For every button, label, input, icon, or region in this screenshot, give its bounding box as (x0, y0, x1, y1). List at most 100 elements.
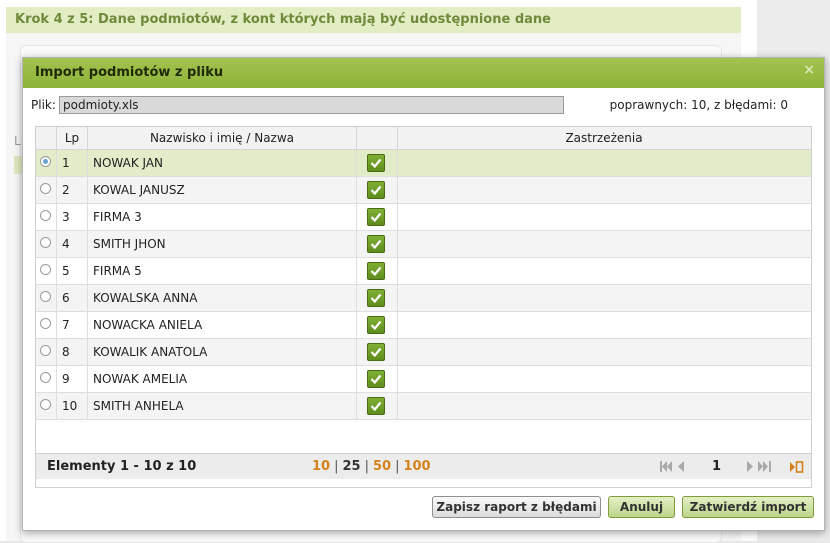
row-radio[interactable] (40, 291, 51, 302)
import-dialog: Import podmiotów z pliku × Plik: podmiot… (22, 57, 825, 531)
row-radio[interactable] (40, 264, 51, 275)
checkbox-checked-icon[interactable] (367, 181, 385, 199)
last-page-icon[interactable] (758, 461, 771, 472)
row-notes (398, 339, 811, 365)
row-select-cell (36, 204, 57, 230)
page-size-100[interactable]: 100 (403, 459, 430, 474)
row-radio[interactable] (40, 237, 51, 248)
table-row[interactable]: 4 SMITH JHON (36, 231, 811, 258)
row-radio[interactable] (40, 183, 51, 194)
checkbox-checked-icon[interactable] (367, 235, 385, 253)
row-select-cell (36, 339, 57, 365)
step-title: Krok 4 z 5: Dane podmiotów, z kont który… (6, 7, 741, 33)
header-notes[interactable]: Zastrzeżenia (398, 127, 810, 149)
grid-rows: 1 NOWAK JAN 2 KOWAL JANUSZ 3 FIRMA 3 4 SMITH JH… (36, 150, 811, 420)
checkbox-checked-icon[interactable] (367, 262, 385, 280)
row-notes (398, 204, 811, 230)
row-notes (398, 312, 811, 338)
row-select-cell (36, 150, 57, 176)
row-select-cell (36, 366, 57, 392)
page-size-50[interactable]: 50 (373, 459, 391, 474)
row-radio[interactable] (40, 210, 51, 221)
row-name: SMITH ANHELA (88, 393, 357, 419)
row-lp: 7 (57, 312, 88, 338)
row-lp: 6 (57, 285, 88, 311)
separator: | (334, 459, 339, 474)
current-page: 1 (712, 459, 722, 474)
row-select-cell (36, 312, 57, 338)
row-radio[interactable] (40, 318, 51, 329)
dialog-title: Import podmiotów z pliku (35, 65, 224, 80)
row-notes (398, 393, 811, 419)
header-lp[interactable]: Lp (57, 127, 88, 149)
save-error-report-button[interactable]: Zapisz raport z błędami (432, 496, 601, 518)
table-row[interactable]: 10 SMITH ANHELA (36, 393, 811, 420)
row-lp: 9 (57, 366, 88, 392)
table-row[interactable]: 8 KOWALIK ANATOLA (36, 339, 811, 366)
table-row[interactable]: 1 NOWAK JAN (36, 150, 811, 177)
row-select-cell (36, 285, 57, 311)
prev-page-icon[interactable] (677, 461, 684, 472)
table-row[interactable]: 5 FIRMA 5 (36, 258, 811, 285)
checkbox-checked-icon[interactable] (367, 343, 385, 361)
table-row[interactable]: 6 KOWALSKA ANNA (36, 285, 811, 312)
next-page-icon[interactable] (747, 461, 754, 472)
dialog-title-bar: Import podmiotów z pliku × (23, 58, 824, 88)
cancel-button[interactable]: Anuluj (608, 496, 675, 518)
background-side-label: L (14, 134, 21, 148)
row-lp: 4 (57, 231, 88, 257)
row-name: KOWALSKA ANNA (88, 285, 357, 311)
row-notes (398, 285, 811, 311)
confirm-import-button[interactable]: Zatwierdź import (682, 496, 814, 518)
checkbox-checked-icon[interactable] (367, 370, 385, 388)
header-select (36, 127, 57, 149)
page-size-25[interactable]: 25 (342, 459, 360, 474)
header-valid (357, 127, 398, 149)
separator: | (364, 459, 369, 474)
page-size-10[interactable]: 10 (312, 459, 330, 474)
checkbox-checked-icon[interactable] (367, 289, 385, 307)
row-valid-cell (357, 285, 398, 311)
row-notes (398, 150, 811, 176)
row-valid-cell (357, 204, 398, 230)
row-valid-cell (357, 258, 398, 284)
header-name[interactable]: Nazwisko i imię / Nazwa (88, 127, 357, 149)
table-row[interactable]: 3 FIRMA 3 (36, 204, 811, 231)
row-lp: 5 (57, 258, 88, 284)
row-lp: 2 (57, 177, 88, 203)
checkbox-checked-icon[interactable] (367, 154, 385, 172)
first-page-icon[interactable] (660, 461, 672, 472)
row-radio[interactable] (40, 345, 51, 356)
page-size-selector: 10 | 25 | 50 | 100 (312, 454, 431, 479)
row-valid-cell (357, 393, 398, 419)
row-select-cell (36, 177, 57, 203)
separator: | (395, 459, 400, 474)
row-select-cell (36, 393, 57, 419)
row-valid-cell (357, 366, 398, 392)
table-row[interactable]: 2 KOWAL JANUSZ (36, 177, 811, 204)
checkbox-checked-icon[interactable] (367, 316, 385, 334)
table-row[interactable]: 7 NOWACKA ANIELA (36, 312, 811, 339)
checkbox-checked-icon[interactable] (367, 208, 385, 226)
row-name: NOWACKA ANIELA (88, 312, 357, 338)
row-lp: 8 (57, 339, 88, 365)
file-field[interactable]: podmioty.xls (59, 96, 564, 114)
file-label: Plik: (31, 98, 56, 112)
checkbox-checked-icon[interactable] (367, 397, 385, 415)
row-notes (398, 231, 811, 257)
row-name: KOWALIK ANATOLA (88, 339, 357, 365)
row-name: SMITH JHON (88, 231, 357, 257)
row-radio[interactable] (40, 156, 51, 167)
row-name: NOWAK JAN (88, 150, 357, 176)
row-name: NOWAK AMELIA (88, 366, 357, 392)
row-name: KOWAL JANUSZ (88, 177, 357, 203)
background-selected-marker (14, 156, 22, 174)
export-icon[interactable] (790, 461, 804, 473)
row-radio[interactable] (40, 372, 51, 383)
table-row[interactable]: 9 NOWAK AMELIA (36, 366, 811, 393)
close-icon[interactable]: × (803, 58, 815, 82)
row-lp: 10 (57, 393, 88, 419)
row-radio[interactable] (40, 399, 51, 410)
grid-header: Lp Nazwisko i imię / Nazwa Zastrzeżenia (36, 127, 811, 150)
row-valid-cell (357, 312, 398, 338)
